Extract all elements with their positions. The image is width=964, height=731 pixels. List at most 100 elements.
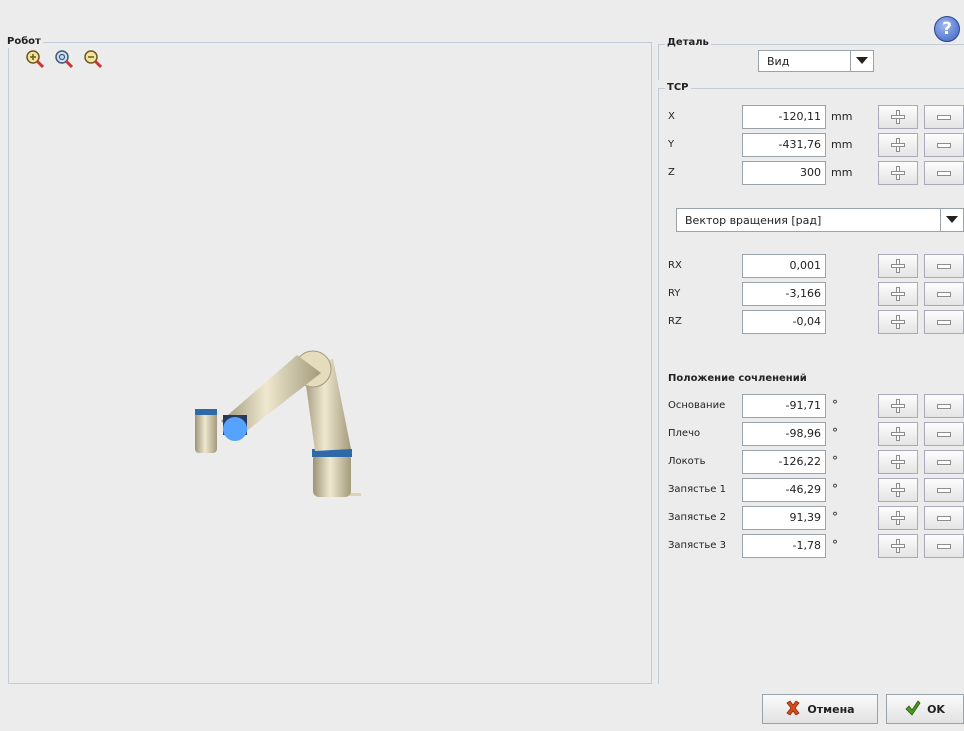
robot-view-panel: Робот bbox=[5, 36, 652, 684]
degree-unit: ° bbox=[832, 398, 838, 412]
minus-icon bbox=[937, 543, 951, 549]
view-select-value: Вид bbox=[767, 54, 790, 68]
ok-button-label: OK bbox=[927, 702, 945, 716]
minus-icon bbox=[937, 263, 951, 269]
x-label: X bbox=[668, 111, 675, 122]
cancel-button-label: Отмена bbox=[807, 702, 855, 716]
rz-label: RZ bbox=[668, 316, 682, 327]
minus-icon bbox=[937, 459, 951, 465]
degree-unit: ° bbox=[832, 482, 838, 496]
joint-shoulder-minus-button[interactable] bbox=[924, 422, 964, 446]
joints-title: Положение сочленений bbox=[668, 373, 807, 384]
joint-wrist3-field[interactable]: -1,78 bbox=[742, 534, 826, 558]
minus-icon bbox=[937, 114, 951, 120]
ry-field[interactable]: -3,166 bbox=[742, 282, 826, 306]
x-field[interactable]: -120,11 bbox=[742, 105, 826, 129]
chevron-down-icon bbox=[940, 209, 963, 231]
joint-wrist3-label: Запястье 3 bbox=[668, 540, 727, 551]
y-plus-button[interactable] bbox=[878, 133, 918, 157]
z-plus-button[interactable] bbox=[878, 161, 918, 185]
rx-label: RX bbox=[668, 260, 682, 271]
plus-icon bbox=[891, 399, 905, 413]
joint-base-plus-button[interactable] bbox=[878, 394, 918, 418]
zoom-out-icon[interactable] bbox=[83, 49, 103, 69]
joint-elbow-plus-button[interactable] bbox=[878, 450, 918, 474]
joint-wrist2-field[interactable]: 91,39 bbox=[742, 506, 826, 530]
rz-minus-button[interactable] bbox=[924, 310, 964, 334]
tcp-title: TCP bbox=[665, 82, 691, 94]
x-minus-button[interactable] bbox=[924, 105, 964, 129]
chevron-down-icon bbox=[850, 51, 873, 71]
minus-icon bbox=[937, 170, 951, 176]
zoom-reset-icon[interactable] bbox=[54, 49, 74, 69]
joint-elbow-label: Локоть bbox=[668, 456, 706, 467]
plus-icon bbox=[891, 427, 905, 441]
minus-icon bbox=[937, 319, 951, 325]
help-icon[interactable]: ? bbox=[934, 16, 960, 42]
detail-title: Деталь bbox=[665, 37, 711, 49]
joint-base-field[interactable]: -91,71 bbox=[742, 394, 826, 418]
ok-button[interactable]: OK bbox=[886, 694, 964, 724]
z-minus-button[interactable] bbox=[924, 161, 964, 185]
plus-icon bbox=[891, 315, 905, 329]
joint-elbow-minus-button[interactable] bbox=[924, 450, 964, 474]
minus-icon bbox=[937, 291, 951, 297]
y-label: Y bbox=[668, 139, 675, 150]
view-select[interactable]: Вид bbox=[758, 50, 874, 72]
plus-icon bbox=[891, 110, 905, 124]
joint-wrist2-minus-button[interactable] bbox=[924, 506, 964, 530]
joint-wrist1-field[interactable]: -46,29 bbox=[742, 478, 826, 502]
joint-elbow-field[interactable]: -126,22 bbox=[742, 450, 826, 474]
robot-panel-title: Робот bbox=[5, 36, 43, 48]
plus-icon bbox=[891, 511, 905, 525]
minus-icon bbox=[937, 515, 951, 521]
plus-icon bbox=[891, 287, 905, 301]
joint-wrist1-label: Запястье 1 bbox=[668, 484, 727, 495]
joint-base-label: Основание bbox=[668, 400, 726, 411]
plus-icon bbox=[891, 259, 905, 273]
close-icon bbox=[785, 699, 801, 719]
joint-wrist1-plus-button[interactable] bbox=[878, 478, 918, 502]
degree-unit: ° bbox=[832, 510, 838, 524]
rx-minus-button[interactable] bbox=[924, 254, 964, 278]
joint-wrist2-plus-button[interactable] bbox=[878, 506, 918, 530]
zoom-in-icon[interactable] bbox=[25, 49, 45, 69]
joint-base-minus-button[interactable] bbox=[924, 394, 964, 418]
rotation-mode-value: Вектор вращения [рад] bbox=[685, 213, 822, 227]
cancel-button[interactable]: Отмена bbox=[762, 694, 878, 724]
plus-icon bbox=[891, 483, 905, 497]
ry-plus-button[interactable] bbox=[878, 282, 918, 306]
rx-field[interactable]: 0,001 bbox=[742, 254, 826, 278]
minus-icon bbox=[937, 431, 951, 437]
rz-field[interactable]: -0,04 bbox=[742, 310, 826, 334]
plus-icon bbox=[891, 539, 905, 553]
minus-icon bbox=[937, 142, 951, 148]
joint-shoulder-plus-button[interactable] bbox=[878, 422, 918, 446]
joint-wrist3-minus-button[interactable] bbox=[924, 534, 964, 558]
z-label: Z bbox=[668, 167, 675, 178]
joint-shoulder-field[interactable]: -98,96 bbox=[742, 422, 826, 446]
minus-icon bbox=[937, 403, 951, 409]
joint-wrist3-plus-button[interactable] bbox=[878, 534, 918, 558]
rz-plus-button[interactable] bbox=[878, 310, 918, 334]
zoom-toolbar bbox=[25, 49, 103, 69]
robot-arm-illustration bbox=[195, 350, 361, 497]
joint-wrist2-label: Запястье 2 bbox=[668, 512, 727, 523]
x-plus-button[interactable] bbox=[878, 105, 918, 129]
degree-unit: ° bbox=[832, 454, 838, 468]
y-minus-button[interactable] bbox=[924, 133, 964, 157]
ry-minus-button[interactable] bbox=[924, 282, 964, 306]
z-unit: mm bbox=[831, 166, 853, 179]
degree-unit: ° bbox=[832, 538, 838, 552]
minus-icon bbox=[937, 487, 951, 493]
y-field[interactable]: -431,76 bbox=[742, 133, 826, 157]
plus-icon bbox=[891, 138, 905, 152]
joint-wrist1-minus-button[interactable] bbox=[924, 478, 964, 502]
x-unit: mm bbox=[831, 110, 853, 123]
rx-plus-button[interactable] bbox=[878, 254, 918, 278]
joint-shoulder-label: Плечо bbox=[668, 428, 701, 439]
checkmark-icon bbox=[905, 699, 921, 719]
z-field[interactable]: 300 bbox=[742, 161, 826, 185]
ry-label: RY bbox=[668, 288, 681, 299]
rotation-mode-select[interactable]: Вектор вращения [рад] bbox=[676, 208, 964, 232]
